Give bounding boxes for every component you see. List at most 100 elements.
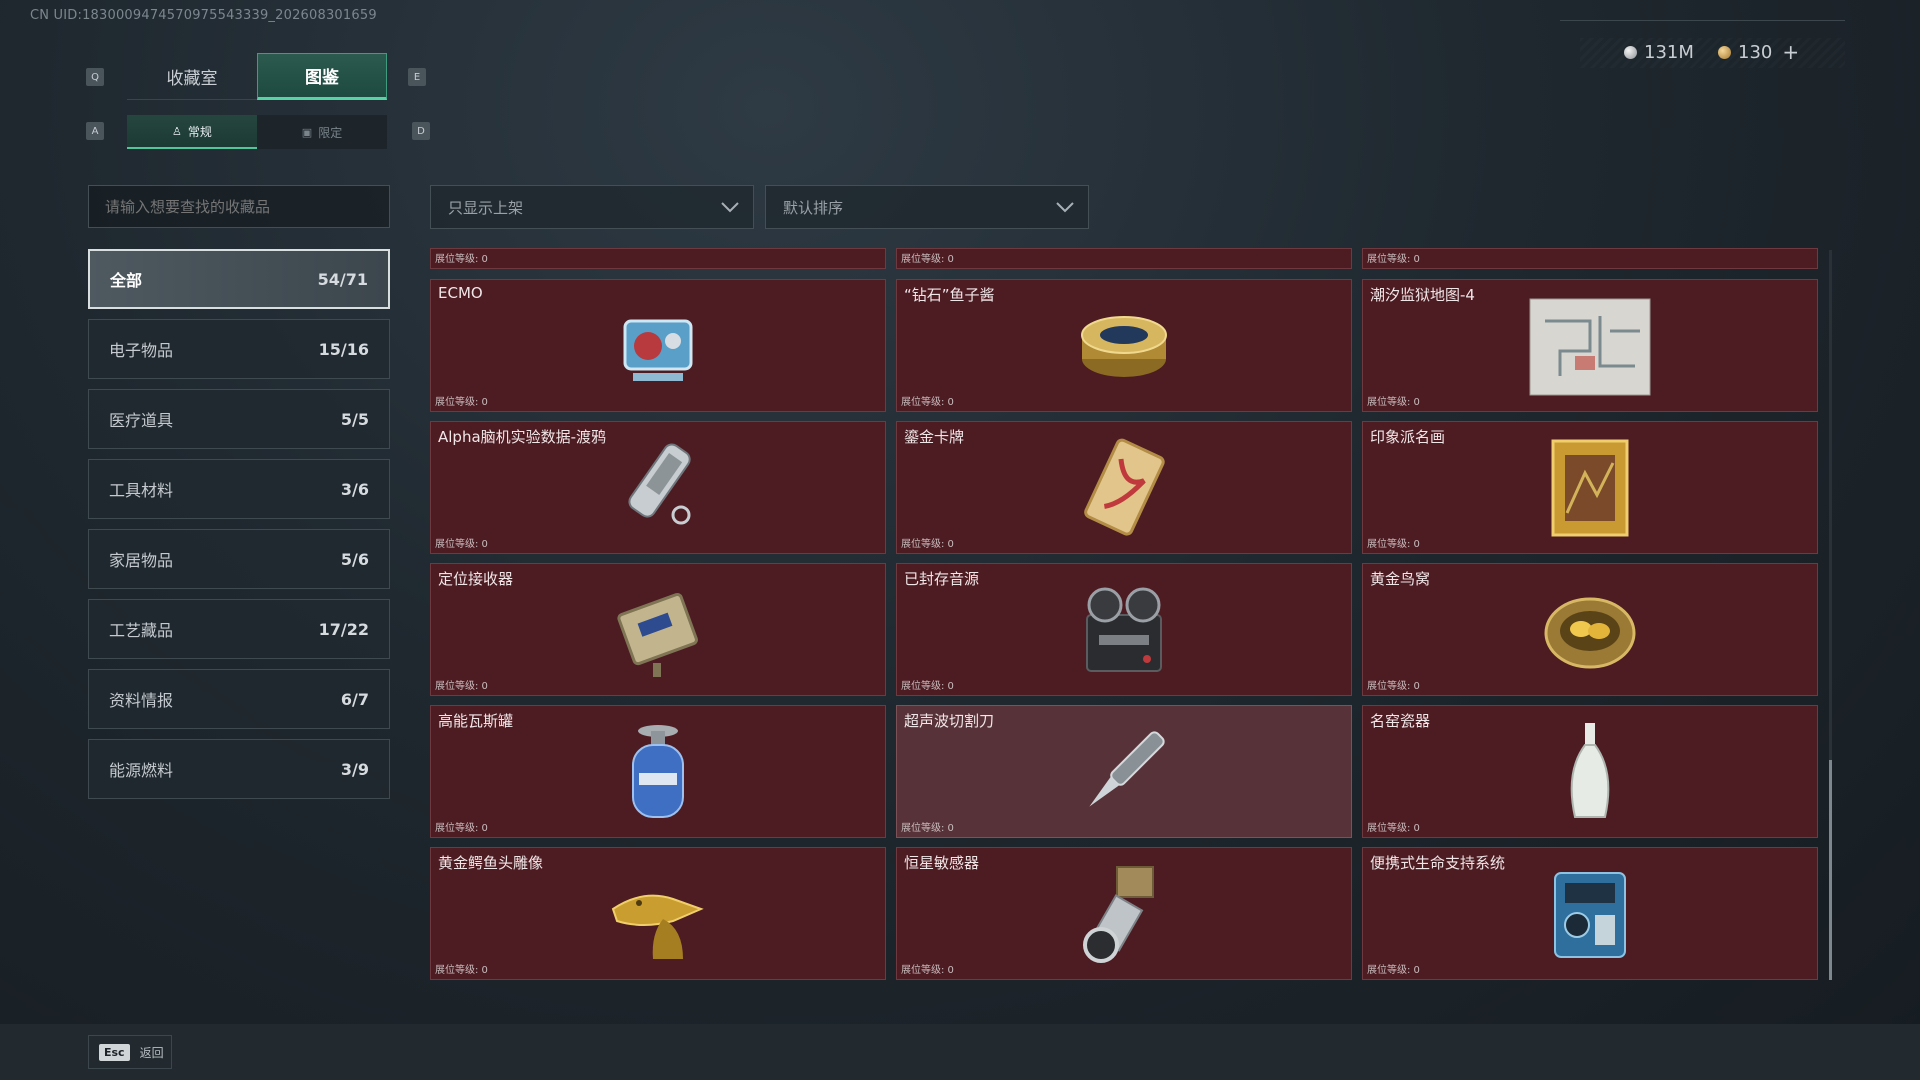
caviar-tin-icon bbox=[1081, 315, 1167, 377]
item-name: 定位接收器 bbox=[438, 570, 514, 588]
category-count: 5/6 bbox=[340, 549, 369, 569]
star-sensor-icon bbox=[1083, 865, 1154, 963]
booth-level: 展位等级: 0 bbox=[435, 397, 488, 408]
item-card[interactable]: 黄金鸟窝 展位等级: 0 bbox=[1362, 563, 1818, 696]
subtab-limited-label: 限定 bbox=[318, 125, 343, 140]
subtab-limited[interactable]: ▣ 限定 bbox=[257, 115, 387, 149]
figure-icon: ♙ bbox=[172, 124, 182, 138]
search-input[interactable] bbox=[88, 185, 390, 228]
item-card-selected[interactable]: 超声波切割刀 展位等级: 0 bbox=[896, 705, 1352, 838]
item-card[interactable]: “钻石”鱼子酱 展位等级: 0 bbox=[896, 279, 1352, 412]
back-button[interactable]: Esc 返回 bbox=[88, 1035, 172, 1069]
item-card[interactable]: 印象派名画 展位等级: 0 bbox=[1362, 421, 1818, 554]
booth-level: 展位等级: 0 bbox=[1367, 254, 1420, 265]
booth-level: 展位等级: 0 bbox=[901, 254, 954, 265]
item-name: “钻石”鱼子酱 bbox=[904, 286, 995, 304]
reel-recorder-icon bbox=[1086, 587, 1162, 672]
category-label: 家居物品 bbox=[109, 551, 174, 570]
gold-amount: 130 bbox=[1738, 41, 1773, 63]
booth-level: 展位等级: 0 bbox=[435, 823, 488, 834]
category-count: 6/7 bbox=[340, 689, 369, 709]
item-name: 鎏金卡牌 bbox=[904, 428, 965, 446]
item-card[interactable]: 高能瓦斯罐 展位等级: 0 bbox=[430, 705, 886, 838]
golden-crocodile-icon bbox=[611, 894, 704, 959]
hotkey-prev-subtab[interactable]: A bbox=[86, 122, 104, 140]
category-label: 医疗道具 bbox=[109, 411, 174, 430]
booth-level: 展位等级: 0 bbox=[435, 539, 488, 550]
category-count: 54/71 bbox=[317, 269, 368, 289]
item-name: 便携式生命支持系统 bbox=[1370, 854, 1506, 872]
booth-level: 展位等级: 0 bbox=[901, 965, 954, 976]
category-crafts[interactable]: 工艺藏品 17/22 bbox=[88, 599, 390, 659]
category-household[interactable]: 家居物品 5/6 bbox=[88, 529, 390, 589]
item-card[interactable]: 潮汐监狱地图-4 展位等级: 0 bbox=[1362, 279, 1818, 412]
category-energy[interactable]: 能源燃料 3/9 bbox=[88, 739, 390, 799]
tab-collection-room[interactable]: 收藏室 bbox=[127, 53, 257, 100]
item-card-partial[interactable]: 展位等级: 0 bbox=[896, 248, 1352, 269]
item-card[interactable]: 恒星敏感器 展位等级: 0 bbox=[896, 847, 1352, 980]
item-card[interactable]: 黄金鳄鱼头雕像 展位等级: 0 bbox=[430, 847, 886, 980]
item-card[interactable]: 已封存音源 展位等级: 0 bbox=[896, 563, 1352, 696]
ecmo-machine-icon bbox=[623, 319, 693, 381]
hotkey-prev-tab[interactable]: Q bbox=[86, 68, 104, 86]
category-label: 资料情报 bbox=[109, 691, 174, 710]
header-divider bbox=[1560, 20, 1845, 21]
booth-level: 展位等级: 0 bbox=[901, 681, 954, 692]
locator-receiver-icon bbox=[617, 592, 698, 677]
item-card[interactable]: 便携式生命支持系统 展位等级: 0 bbox=[1362, 847, 1818, 980]
add-currency-button[interactable]: + bbox=[1782, 40, 1799, 64]
item-name: 已封存音源 bbox=[904, 570, 980, 588]
booth-level: 展位等级: 0 bbox=[435, 965, 488, 976]
sort-dropdown[interactable]: 默认排序 bbox=[765, 185, 1089, 229]
category-count: 15/16 bbox=[318, 339, 369, 359]
item-name: 潮汐监狱地图-4 bbox=[1370, 286, 1475, 304]
shelf-filter-dropdown[interactable]: 只显示上架 bbox=[430, 185, 754, 229]
category-label: 工艺藏品 bbox=[109, 621, 174, 640]
item-card[interactable]: 鎏金卡牌 展位等级: 0 bbox=[896, 421, 1352, 554]
category-count: 5/5 bbox=[340, 409, 369, 429]
silver-currency: 131M bbox=[1624, 40, 1694, 64]
silver-coin-icon bbox=[1624, 45, 1637, 59]
category-label: 工具材料 bbox=[109, 481, 174, 500]
item-name: 黄金鸟窝 bbox=[1370, 570, 1431, 588]
category-all[interactable]: 全部 54/71 bbox=[88, 249, 390, 309]
hotkey-next-subtab[interactable]: D bbox=[412, 122, 430, 140]
hotkey-next-tab[interactable]: E bbox=[408, 68, 426, 86]
item-card[interactable]: ECMO 展位等级: 0 bbox=[430, 279, 886, 412]
item-card[interactable]: 定位接收器 展位等级: 0 bbox=[430, 563, 886, 696]
esc-key-icon: Esc bbox=[99, 1043, 130, 1061]
chevron-down-icon bbox=[721, 202, 739, 213]
life-support-icon bbox=[1554, 871, 1626, 958]
category-label: 能源燃料 bbox=[109, 761, 174, 780]
collection-grid: 展位等级: 0 展位等级: 0 展位等级: 0 ECMO 展位等级: 0 “钻石… bbox=[430, 248, 1820, 980]
category-intel[interactable]: 资料情报 6/7 bbox=[88, 669, 390, 729]
booth-level: 展位等级: 0 bbox=[901, 539, 954, 550]
category-electronics[interactable]: 电子物品 15/16 bbox=[88, 319, 390, 379]
subtab-regular[interactable]: ♙ 常规 bbox=[127, 115, 257, 149]
shelf-filter-value: 只显示上架 bbox=[448, 198, 524, 217]
category-medical[interactable]: 医疗道具 5/5 bbox=[88, 389, 390, 449]
item-card[interactable]: 名窑瓷器 展位等级: 0 bbox=[1362, 705, 1818, 838]
back-label: 返回 bbox=[139, 1045, 164, 1060]
ultrasonic-cutter-icon bbox=[1089, 730, 1165, 807]
booth-level: 展位等级: 0 bbox=[435, 254, 488, 265]
item-card-partial[interactable]: 展位等级: 0 bbox=[1362, 248, 1818, 269]
gas-canister-icon bbox=[632, 724, 684, 818]
currency-bar bbox=[1580, 38, 1845, 68]
category-tools[interactable]: 工具材料 3/6 bbox=[88, 459, 390, 519]
item-name: 高能瓦斯罐 bbox=[438, 712, 514, 730]
bottom-bar bbox=[0, 1024, 1920, 1080]
booth-level: 展位等级: 0 bbox=[1367, 539, 1420, 550]
chevron-down-icon bbox=[1056, 202, 1074, 213]
gilded-card-icon bbox=[1084, 438, 1165, 536]
sort-value: 默认排序 bbox=[783, 198, 844, 217]
booth-level: 展位等级: 0 bbox=[901, 823, 954, 834]
item-name: 超声波切割刀 bbox=[904, 712, 995, 730]
tab-codex[interactable]: 图鉴 bbox=[257, 53, 387, 100]
category-count: 17/22 bbox=[318, 619, 369, 639]
scroll-thumb[interactable] bbox=[1829, 760, 1832, 980]
item-card-partial[interactable]: 展位等级: 0 bbox=[430, 248, 886, 269]
item-name: 恒星敏感器 bbox=[904, 854, 980, 872]
item-card[interactable]: Alpha脑机实验数据-渡鸦 展位等级: 0 bbox=[430, 421, 886, 554]
booth-level: 展位等级: 0 bbox=[1367, 681, 1420, 692]
